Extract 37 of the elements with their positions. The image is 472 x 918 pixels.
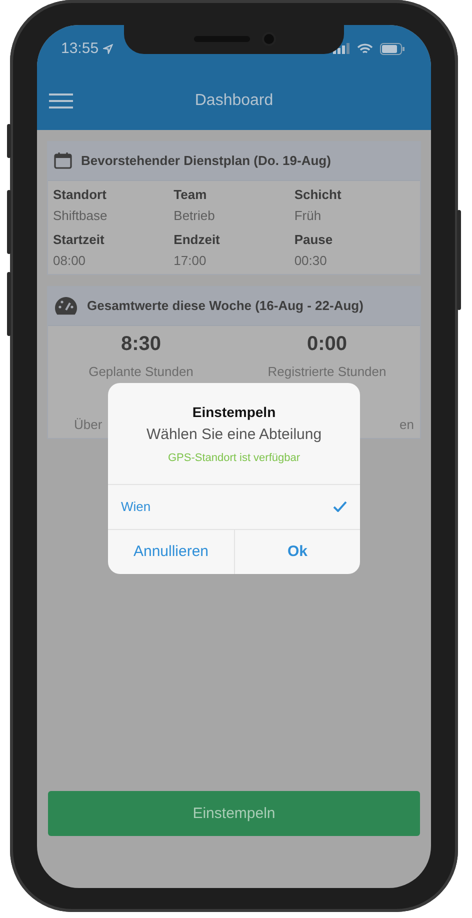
speedometer-icon — [54, 296, 78, 316]
menu-icon[interactable] — [49, 92, 73, 108]
dialog-message: Wählen Sie eine Abteilung — [146, 426, 322, 442]
status-time: 13:55 — [61, 40, 113, 57]
field-label: Standort — [53, 186, 108, 202]
dialog-title: Einstempeln — [192, 404, 276, 420]
checkmark-icon — [333, 501, 347, 512]
stat-value: 0:00 — [306, 332, 348, 356]
department-option[interactable]: Wien — [108, 484, 360, 528]
stat-label: en — [400, 416, 414, 432]
field-value: Shiftbase — [53, 208, 108, 222]
clock-in-button[interactable]: Einstempeln — [48, 790, 420, 836]
stat-label: Über — [74, 416, 102, 432]
field-value: Früh — [294, 208, 322, 222]
field-value: 17:00 — [174, 252, 208, 268]
field-label: Schicht — [294, 186, 342, 202]
field-label: Pause — [294, 232, 334, 246]
gps-status: GPS-Standort ist verfügbar — [168, 452, 300, 464]
stat-label: Geplante Stunden — [88, 364, 194, 378]
ok-button[interactable]: Ok — [234, 530, 360, 574]
cancel-button[interactable]: Annullieren — [108, 530, 234, 574]
field-label: Endzeit — [174, 232, 221, 246]
field-value: Betrieb — [174, 208, 216, 222]
location-arrow-icon — [102, 44, 113, 54]
stat-value: 8:30 — [120, 332, 162, 356]
stat-label: Registrierte Stunden — [268, 364, 386, 378]
card-title: Bevorstehender Dienstplan (Do. 19-Aug) — [81, 153, 331, 168]
field-value: 00:30 — [294, 252, 328, 268]
field-label: Startzeit — [53, 232, 106, 246]
screen-title: Dashboard — [194, 92, 274, 110]
field-label: Team — [174, 186, 208, 202]
calendar-icon — [54, 152, 72, 169]
field-value: 08:00 — [53, 252, 87, 268]
signal-icon — [333, 43, 350, 54]
battery-icon — [380, 42, 405, 54]
card-title: Gesamtwerte diese Woche (16-Aug - 22-Aug) — [87, 298, 364, 313]
wifi-icon — [357, 42, 373, 54]
